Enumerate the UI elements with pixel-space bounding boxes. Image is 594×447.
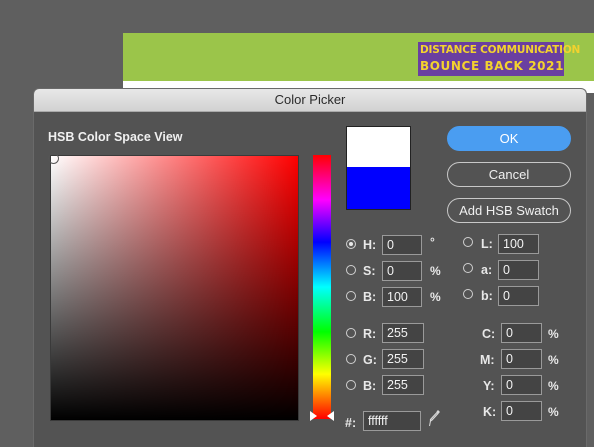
l-radio[interactable] xyxy=(463,237,473,247)
k-field[interactable] xyxy=(501,401,542,421)
hue-slider[interactable] xyxy=(313,155,331,419)
y-unit: % xyxy=(548,379,559,393)
color-field-marker[interactable] xyxy=(48,153,59,164)
ok-button[interactable]: OK xyxy=(447,126,571,151)
hex-field[interactable] xyxy=(363,411,421,431)
c-unit: % xyxy=(548,327,559,341)
hsb-view-label: HSB Color Space View xyxy=(48,130,183,144)
a-radio[interactable] xyxy=(463,263,473,273)
b-unit: % xyxy=(430,290,441,304)
dialog-title: Color Picker xyxy=(274,92,346,107)
banner-line-2: BOUNCE BACK 2021 xyxy=(420,59,565,73)
color-field[interactable] xyxy=(48,153,299,421)
new-color-swatch xyxy=(346,126,411,168)
b-field[interactable] xyxy=(382,287,422,307)
s-unit: % xyxy=(430,264,441,278)
c-field[interactable] xyxy=(501,323,542,343)
lab-b-field[interactable] xyxy=(498,286,539,306)
m-label: M: xyxy=(480,353,495,367)
r-radio[interactable] xyxy=(346,328,356,338)
dialog-titlebar[interactable]: Color Picker xyxy=(34,89,586,112)
g-label: G: xyxy=(363,353,377,367)
r-field[interactable] xyxy=(382,323,424,343)
g-radio[interactable] xyxy=(346,354,356,364)
s-label: S: xyxy=(363,264,376,278)
m-unit: % xyxy=(548,353,559,367)
c-label: C: xyxy=(482,327,496,341)
banner-graphic: DISTANCE COMMUNICATION BOUNCE BACK 2021 xyxy=(418,42,581,76)
add-hsb-swatch-button[interactable]: Add HSB Swatch xyxy=(447,198,571,223)
cancel-button[interactable]: Cancel xyxy=(447,162,571,187)
color-picker-dialog: Color Picker HSB Color Space View OK Can… xyxy=(33,88,587,447)
lab-b-label: b: xyxy=(481,289,493,303)
l-label: L: xyxy=(481,237,493,251)
lab-b-radio[interactable] xyxy=(463,289,473,299)
s-field[interactable] xyxy=(382,261,422,281)
s-radio[interactable] xyxy=(346,265,356,275)
l-field[interactable] xyxy=(498,234,539,254)
current-color-swatch[interactable] xyxy=(346,167,411,210)
hue-slider-handle-left[interactable] xyxy=(310,411,317,421)
a-label: a: xyxy=(481,263,493,277)
h-label: H: xyxy=(363,238,377,252)
rgb-b-label: B: xyxy=(363,379,377,393)
hue-slider-handle-right[interactable] xyxy=(327,411,334,421)
k-label: K: xyxy=(483,405,497,419)
b-radio[interactable] xyxy=(346,291,356,301)
a-field[interactable] xyxy=(498,260,539,280)
hex-label: #: xyxy=(345,416,357,430)
g-field[interactable] xyxy=(382,349,424,369)
banner-line-1: DISTANCE COMMUNICATION xyxy=(420,44,581,56)
h-unit: ° xyxy=(430,235,435,249)
h-radio[interactable] xyxy=(346,239,356,249)
h-field[interactable] xyxy=(382,235,422,255)
m-field[interactable] xyxy=(501,349,542,369)
y-field[interactable] xyxy=(501,375,542,395)
y-label: Y: xyxy=(483,379,495,393)
k-unit: % xyxy=(548,405,559,419)
r-label: R: xyxy=(363,327,377,341)
b-label: B: xyxy=(363,290,377,304)
rgb-b-field[interactable] xyxy=(382,375,424,395)
rgb-b-radio[interactable] xyxy=(346,380,356,390)
eyedropper-icon[interactable] xyxy=(429,409,441,427)
